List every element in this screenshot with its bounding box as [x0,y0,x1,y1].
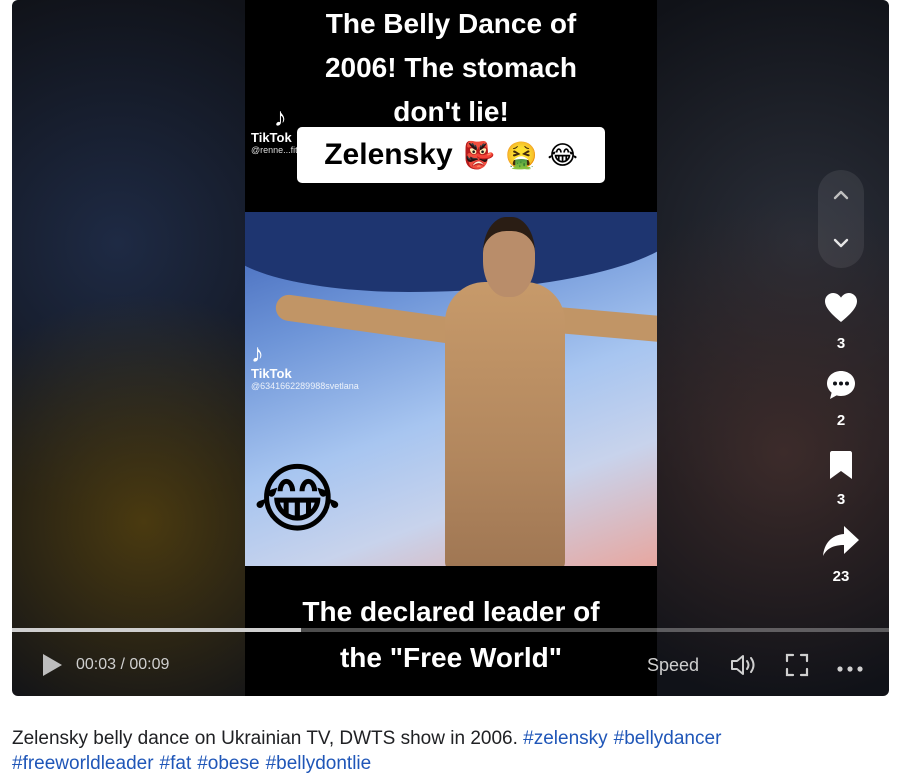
hashtag-link[interactable]: #bellydontlie [266,753,372,774]
more-options-button[interactable] [837,660,863,678]
like-button[interactable]: 3 [818,292,864,352]
volume-button[interactable] [730,653,758,682]
description-text: Zelensky belly dance on Ukrainian TV, DW… [12,728,518,749]
tiktok-logo-icon: ♪ [251,338,264,368]
watermark-name: TikTok [251,366,292,381]
vomit-emoji: 🤮 [505,139,538,170]
play-button[interactable] [40,652,64,678]
share-button[interactable]: 23 [818,525,864,585]
video-navigation [818,170,864,268]
more-icon [837,666,863,672]
video-frame[interactable]: The Belly Dance of 2006! The stomach don… [245,0,657,696]
fullscreen-button[interactable] [785,653,809,682]
watermark-handle: @6341662289988svetlana [251,381,359,391]
bookmark-button[interactable]: 3 [818,450,864,508]
previous-video-button[interactable] [818,172,864,218]
like-count: 3 [836,335,846,352]
comment-count: 2 [836,412,846,429]
speed-button[interactable]: Speed [647,655,699,676]
video-description: Zelensky belly dance on Ukrainian TV, DW… [12,726,892,776]
progress-bar[interactable] [12,628,889,632]
hashtag-link[interactable]: #obese [197,753,259,774]
heart-icon [825,293,857,322]
hashtag-link[interactable]: #zelensky [523,728,608,749]
volume-icon [731,655,755,675]
goblin-emoji: 👺 [462,139,496,170]
dancer [445,282,565,566]
chevron-down-icon [833,238,849,248]
share-count: 23 [832,568,850,585]
hashtag-link[interactable]: #bellydancer [614,728,722,749]
bookmark-count: 3 [836,491,846,508]
next-video-button[interactable] [818,220,864,266]
caption-top-line: 2006! The stomach [324,52,578,83]
video-player[interactable]: The Belly Dance of 2006! The stomach don… [12,0,889,696]
hashtag-link[interactable]: #fat [160,753,192,774]
player-controls: 00:03 / 00:09 Speed [12,640,889,690]
bookmark-icon [830,451,852,479]
comment-icon [827,371,855,399]
share-icon [823,526,859,556]
time-display: 00:03 / 00:09 [76,656,170,673]
laughing-emoji: 😂 [547,139,578,170]
tiktok-watermark-2: ♪ TikTok @6341662289988svetlana [251,340,359,391]
fullscreen-icon [785,653,809,677]
progress-fill [12,628,302,632]
caption-top-line: The Belly Dance of [325,8,577,39]
zelensky-label: Zelensky 👺 🤮 😂 [297,127,605,183]
laughing-emoji-overlay: 😂 [253,457,342,542]
video-scene: ♪ TikTok @6341662289988svetlana 😂 [245,212,657,566]
hashtag-link[interactable]: #freeworldleader [12,753,154,774]
play-icon [43,654,62,676]
dancer-head [483,217,535,297]
scene-curtain [245,212,657,292]
comment-button[interactable]: 2 [818,369,864,429]
label-text: Zelensky [324,138,453,171]
chevron-up-icon [833,190,849,200]
